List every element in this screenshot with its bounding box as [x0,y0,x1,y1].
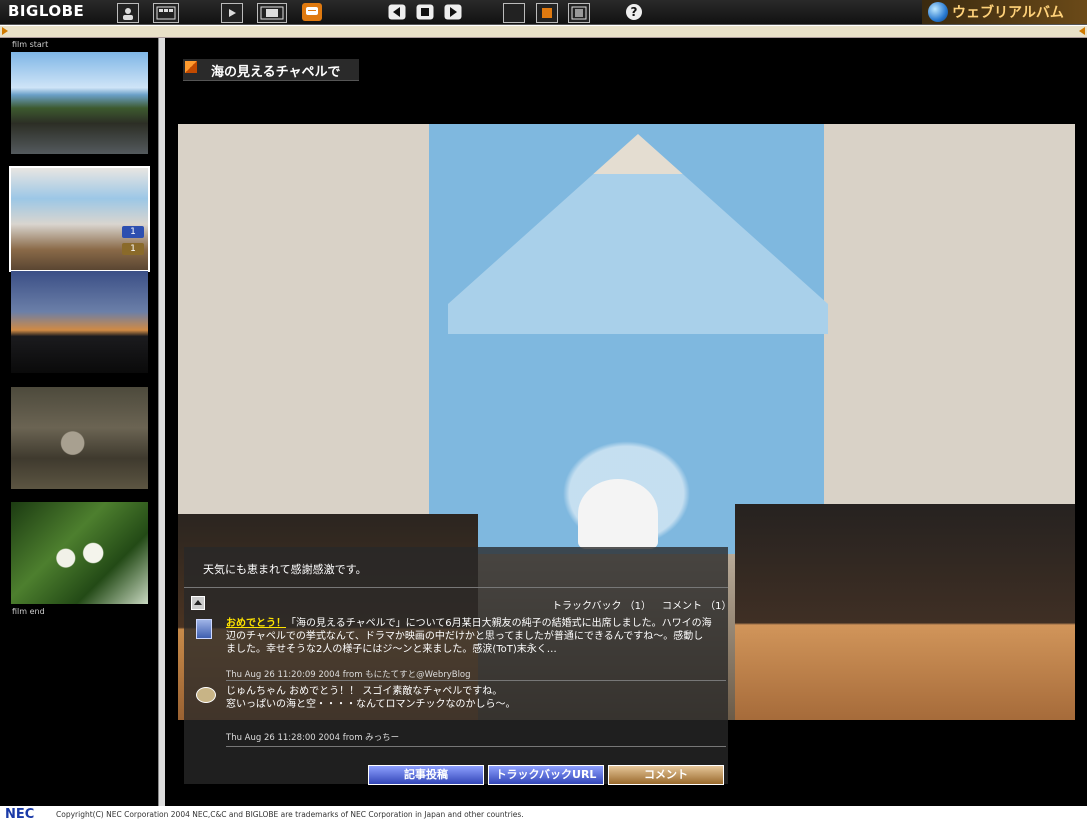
stop-icon[interactable] [415,3,435,21]
trackback-title-link[interactable]: おめでとう！ [226,618,286,629]
divider-line [226,680,726,681]
chapel-window-graphic [448,134,828,334]
film-strip-icon[interactable] [153,3,179,23]
divider-line [226,746,726,747]
view-small-icon[interactable] [503,3,525,23]
comment-body: じゅんちゃん おめでとう！！ スゴイ素敵なチャペルですね。 窓いっぱいの海と空・… [226,686,516,710]
photo-title-box: 海の見えるチャペルで [183,59,359,81]
trackback-body: 「海の見えるチャペルで」について6月某日大親友の純子の結婚式に出席しました。ハワ… [226,618,712,655]
filmstrip-view-icon[interactable] [257,3,287,23]
copyright-text: Copyright(C) NEC Corporation 2004 NEC,C&… [56,810,524,819]
trackback-count[interactable]: トラックバック （1） [552,597,651,612]
next-icon[interactable] [443,3,463,21]
trackback-meta: Thu Aug 26 11:20:09 2004 from もにたてすと@Web… [226,670,471,680]
view-film-icon[interactable] [568,3,590,23]
photo-thumbnail[interactable] [11,52,148,154]
photo-caption: 天気にも恵まれて感謝感激です。 [203,563,367,576]
comment-meta: Thu Aug 26 11:28:00 2004 from みっちー [226,733,400,743]
scroll-right-icon[interactable] [1079,27,1085,35]
photo-thumbnail[interactable] [11,502,148,604]
collapse-icon[interactable] [191,596,205,610]
photo-thumbnail-selected[interactable]: 1 1 [9,166,150,272]
globe-icon [928,2,948,22]
photo-title: 海の見えるチャペルで [211,65,341,80]
brand-label: ウェブリアルバム [952,5,1064,21]
comment-button[interactable]: コメント [608,765,724,785]
help-label: ? [631,5,638,19]
film-scroll-rail[interactable] [0,25,1087,38]
help-icon[interactable]: ? [624,3,644,21]
film-start-label: film start [12,40,49,49]
photo-thumbnail[interactable] [11,387,148,489]
comment-badge: 1 [122,243,144,255]
comment-icon[interactable] [302,3,322,21]
profile-icon[interactable] [117,3,139,23]
top-toolbar: BIGLOBE ? ウェブリアルバム [0,0,1087,25]
pews-right-graphic [735,504,1075,720]
main-view: 海の見えるチャペルで 天気にも恵まれて感謝感激です。 トラックバック （1） コ… [165,38,1087,806]
webry-album-brand[interactable]: ウェブリアルバム [922,0,1087,24]
trackback-url-button[interactable]: トラックバックURL [488,765,604,785]
title-flag-icon [185,61,197,73]
bride-graphic [578,479,658,549]
chat-bubble-icon [196,687,216,703]
slideshow-icon[interactable] [221,3,243,23]
nec-logo[interactable]: NEC [5,807,34,822]
comment-panel-header: トラックバック （1） コメント （1） [184,587,732,612]
trackback-badge: 1 [122,226,144,238]
biglobe-logo[interactable]: BIGLOBE [8,2,84,20]
comment-count[interactable]: コメント （1） [662,597,732,612]
trackback-text: おめでとう！「海の見えるチャペルで」について6月某日大親友の純子の結婚式に出席し… [226,617,712,656]
document-icon [196,619,212,639]
footer: NEC Copyright(C) NEC Corporation 2004 NE… [0,806,1087,822]
previous-icon[interactable] [387,3,407,21]
film-end-label: film end [12,607,45,616]
scroll-left-icon[interactable] [2,27,8,35]
photo-thumbnail[interactable] [11,271,148,373]
film-strip: film start 1 1 film end [0,38,158,806]
post-article-button[interactable]: 記事投稿 [368,765,484,785]
view-medium-icon[interactable] [536,3,558,23]
trackback-entry: おめでとう！「海の見えるチャペルで」について6月某日大親友の純子の結婚式に出席し… [196,617,716,680]
comment-panel: 天気にも恵まれて感謝感激です。 トラックバック （1） コメント （1） おめで… [184,547,732,784]
